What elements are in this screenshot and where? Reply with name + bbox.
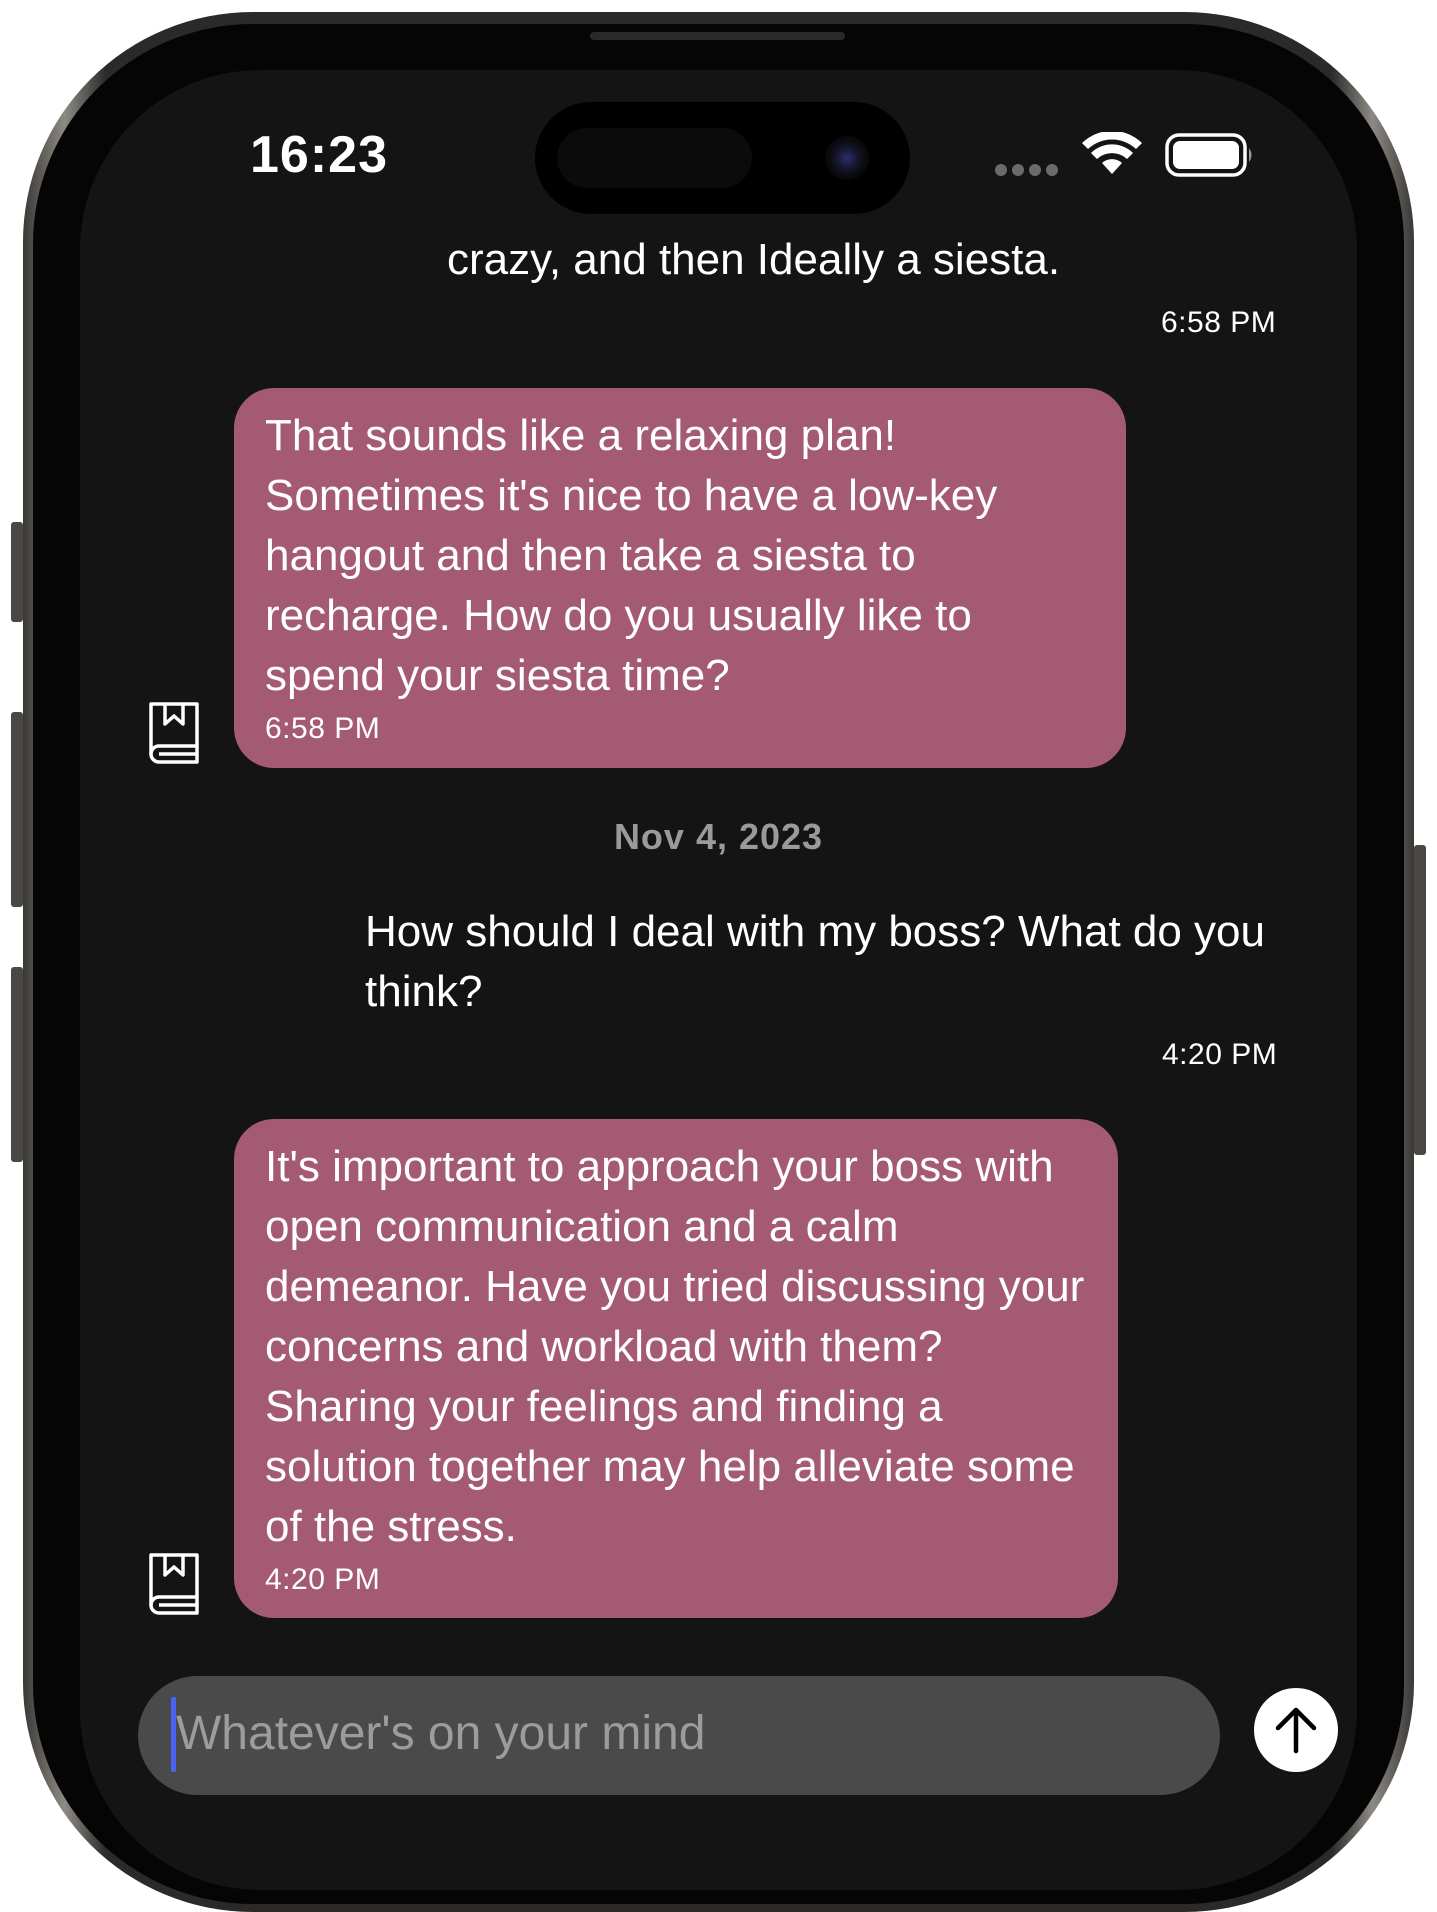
- user-message-time: 4:20 PM: [1162, 1038, 1278, 1071]
- dynamic-island: [535, 102, 910, 214]
- assistant-message-time: 4:20 PM: [265, 1563, 381, 1596]
- wifi-icon: [1082, 132, 1142, 174]
- assistant-message-bubble[interactable]: It's important to approach your boss wit…: [234, 1119, 1118, 1618]
- volume-down-button: [11, 967, 23, 1162]
- user-message-time: 6:58 PM: [1161, 306, 1277, 339]
- action-button: [11, 522, 23, 622]
- bookmark-book-icon[interactable]: [146, 1551, 202, 1617]
- status-time: 16:23: [250, 126, 388, 184]
- cellular-signal-icon: [995, 164, 1058, 176]
- message-input-placeholder: Whatever's on your mind: [176, 1707, 706, 1760]
- volume-up-button: [11, 712, 23, 907]
- power-button: [1414, 845, 1426, 1155]
- user-message-partial: crazy, and then Ideally a siesta.: [447, 235, 1061, 284]
- front-camera: [825, 136, 869, 180]
- assistant-message-bubble[interactable]: That sounds like a relaxing plan! Someti…: [234, 388, 1126, 768]
- speaker-slot: [590, 32, 845, 40]
- battery-icon: [1165, 133, 1252, 177]
- assistant-message-text: It's important to approach your boss wit…: [265, 1142, 1085, 1551]
- arrow-up-icon: [1275, 1707, 1317, 1754]
- user-message: How should I deal with my boss? What do …: [365, 907, 1266, 1016]
- assistant-message-text: That sounds like a relaxing plan! Someti…: [265, 411, 998, 700]
- assistant-message-time: 6:58 PM: [265, 712, 381, 745]
- send-button[interactable]: [1254, 1688, 1338, 1772]
- date-separator: Nov 4, 2023: [613, 816, 824, 857]
- bookmark-book-icon[interactable]: [146, 700, 202, 766]
